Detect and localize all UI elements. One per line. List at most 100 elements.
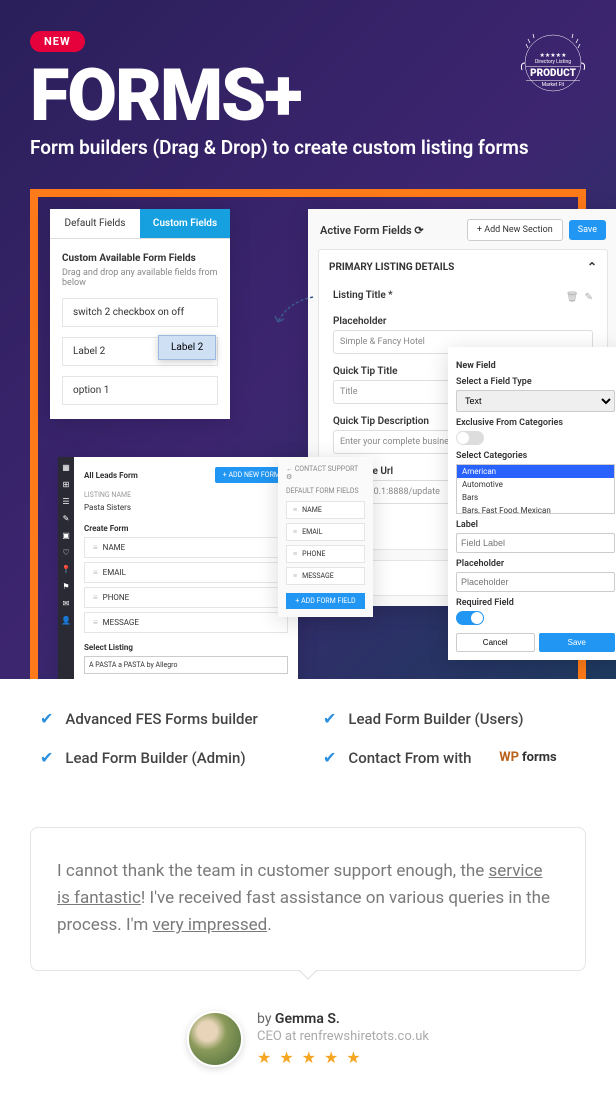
feature-item: ✔ Contact From with WPforms (323, 748, 576, 767)
placeholder-input[interactable] (456, 572, 615, 592)
category-item[interactable]: Bars, Fast Food, Mexican (457, 504, 614, 514)
author-block: by Gemma S. CEO at renfrewshiretots.co.u… (0, 1011, 616, 1067)
form-field[interactable]: NAME (84, 537, 288, 558)
check-icon: ✔ (323, 709, 336, 728)
feature-text: Contact From with (348, 749, 471, 767)
nav-icon[interactable]: ⚑ (62, 582, 69, 591)
new-field-panel: New Field Select a Field Type Text Exclu… (448, 347, 616, 660)
column-header: LISTING NAME (84, 491, 288, 499)
author-name: by Gemma S. (257, 1011, 429, 1027)
nav-icon[interactable]: ⊞ (63, 480, 70, 489)
drag-arrow-icon (268, 292, 328, 332)
label-input[interactable] (456, 533, 615, 553)
author-role: CEO at renfrewshiretots.co.uk (257, 1029, 429, 1044)
select-listing-label: Select Listing (84, 643, 288, 652)
chevron-up-icon[interactable]: ⌃ (587, 260, 597, 274)
field-item[interactable]: switch 2 checkbox on off (62, 298, 218, 327)
listing-select[interactable]: A PASTA a PASTA by Allegro (84, 656, 288, 674)
nav-icon[interactable]: 👤 (61, 616, 71, 625)
exclusive-toggle[interactable] (456, 431, 484, 445)
save-button[interactable]: Save (569, 220, 606, 240)
section-title: PRIMARY LISTING DETAILS (329, 262, 454, 273)
label: Select a Field Type (456, 377, 615, 387)
form-field[interactable]: NAME (286, 501, 365, 519)
product-badge: ★★★★★ Directory Listing PRODUCT Market F… (518, 28, 588, 98)
form-field[interactable]: EMAIL (286, 523, 365, 541)
label: Placeholder (456, 559, 615, 569)
feature-item: ✔ Lead Form Builder (Users) (323, 709, 576, 728)
page-subtitle: Form builders (Drag & Drop) to create cu… (30, 136, 586, 159)
feature-item: ✔ Lead Form Builder (Admin) (40, 748, 293, 767)
hero-section: ★★★★★ Directory Listing PRODUCT Market F… (0, 0, 616, 679)
contact-support-panel: ← CONTACT SUPPORT ⚙ DEFAULT FORM FIELDS … (278, 457, 373, 617)
feature-item: ✔Advanced FES Forms builder (40, 709, 293, 728)
custom-fields-panel: Default Fields Custom Fields Custom Avai… (50, 209, 230, 419)
badge-line1: Directory Listing (518, 59, 588, 65)
label: Required Field (456, 598, 615, 608)
edit-icon[interactable]: ✎ (585, 292, 593, 303)
tab-custom-fields[interactable]: Custom Fields (140, 209, 230, 239)
create-form-title: Create Form (84, 524, 288, 533)
star-rating: ★ ★ ★ ★ ★ (257, 1048, 429, 1067)
active-form-title: Active Form Fields ⟳ (320, 224, 461, 237)
avatar (187, 1011, 243, 1067)
label: Exclusive From Categories (456, 418, 615, 428)
nav-icon[interactable]: ✉ (63, 599, 70, 608)
testimonial-text: I cannot thank the team in customer supp… (57, 858, 559, 940)
add-form-field-button[interactable]: + ADD FORM FIELD (286, 593, 365, 609)
subheader: DEFAULT FORM FIELDS (286, 487, 365, 495)
form-field[interactable]: MESSAGE (286, 567, 365, 585)
save-button[interactable]: Save (539, 633, 616, 652)
check-icon: ✔ (323, 748, 336, 767)
nav-icon[interactable]: ✎ (63, 514, 70, 523)
feature-text: Lead Form Builder (Admin) (65, 749, 245, 767)
form-field[interactable]: PHONE (286, 545, 365, 563)
leads-title: All Leads Form (84, 471, 209, 480)
page-title: FORMS+ (30, 60, 586, 132)
panel-title: Custom Available Form Fields (62, 253, 218, 264)
panel-header: ← CONTACT SUPPORT ⚙ (286, 465, 365, 481)
field-item[interactable]: option 1 (62, 376, 218, 405)
required-toggle[interactable] (456, 611, 484, 625)
sidebar-nav: ▦ ⊞ ☰ ✎ ▣ ♡ 📍 ⚑ ✉ 👤 (58, 457, 74, 679)
trash-icon[interactable]: 🗑 (566, 292, 579, 303)
nav-icon[interactable]: ♡ (62, 548, 69, 557)
nav-icon[interactable]: 📍 (61, 565, 71, 574)
field-type-select[interactable]: Text (456, 390, 615, 412)
cancel-button[interactable]: Cancel (456, 633, 535, 652)
panel-title: New Field (456, 361, 615, 371)
panel-subtitle: Drag and drop any available fields from … (62, 268, 218, 288)
nav-icon[interactable]: ☰ (62, 497, 69, 506)
mockup-area: Default Fields Custom Fields Custom Avai… (30, 189, 586, 679)
field-label: Listing Title * (333, 290, 393, 301)
nav-icon[interactable]: ▦ (62, 463, 70, 472)
nav-icon[interactable]: ▣ (62, 531, 70, 540)
add-new-form-button[interactable]: + ADD NEW FORM (215, 467, 288, 483)
form-field[interactable]: MESSAGE (84, 612, 288, 633)
badge-line3: Market Fit (518, 82, 588, 88)
listing-row[interactable]: Pasta Sisters (84, 503, 288, 512)
dragging-chip[interactable]: Label 2 (158, 335, 216, 360)
label: Label (456, 520, 615, 530)
form-field[interactable]: PHONE (84, 587, 288, 608)
tab-default-fields[interactable]: Default Fields (50, 209, 140, 239)
add-section-button[interactable]: + Add New Section (467, 219, 563, 241)
category-item[interactable]: Automotive (457, 478, 614, 491)
category-item[interactable]: American (457, 465, 614, 478)
category-list[interactable]: American Automotive Bars Bars, Fast Food… (456, 464, 615, 514)
feature-text: Lead Form Builder (Users) (348, 710, 523, 728)
form-field[interactable]: EMAIL (84, 562, 288, 583)
badge-line2: PRODUCT (526, 66, 580, 81)
check-icon: ✔ (40, 748, 53, 767)
leads-panel: ▦⊞☰✎▣♡📍⚑✉👤 All Leads Form+ ADD NEW FORM … (58, 457, 298, 679)
wpforms-logo: WPforms (499, 750, 556, 765)
sub-label: Placeholder (333, 316, 593, 327)
feature-text: Advanced FES Forms builder (65, 710, 257, 728)
category-item[interactable]: Bars (457, 491, 614, 504)
speech-triangle-icon (298, 970, 318, 980)
features-grid: ✔Advanced FES Forms builder ✔Lead Form B… (0, 679, 616, 797)
new-badge: NEW (30, 31, 85, 52)
badge-stars: ★★★★★ (518, 52, 588, 59)
label: Select Categories (456, 451, 615, 461)
testimonial-card: I cannot thank the team in customer supp… (30, 827, 586, 971)
